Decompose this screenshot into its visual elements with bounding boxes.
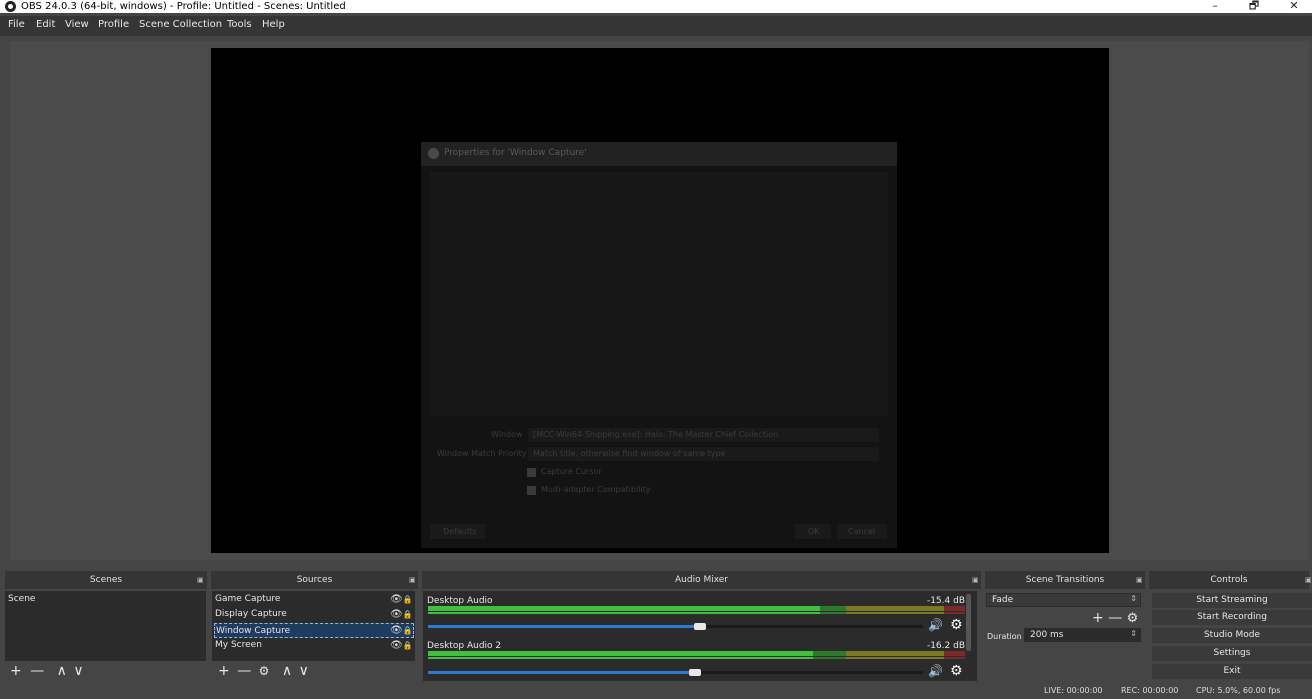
menu-profile[interactable]: Profile <box>98 19 129 30</box>
rec-status: REC: 00:00:00 <box>1121 686 1179 695</box>
scene-transitions-header: Scene Transitions <box>985 571 1145 589</box>
move-up-source-icon[interactable]: ∧ <box>282 663 292 679</box>
capture-cursor-label: Capture Cursor <box>541 467 602 476</box>
menu-scene-collection[interactable]: Scene Collection <box>139 19 222 30</box>
live-status: LIVE: 00:00:00 <box>1044 686 1103 695</box>
source-display-capture[interactable]: Display Capture <box>215 607 413 622</box>
source-my-screen[interactable]: My Screen <box>215 638 413 653</box>
desktop-audio-2-meter <box>428 651 965 656</box>
obs-logo-icon <box>428 148 439 159</box>
cpu-status: CPU: 5.0%, 60.00 fps <box>1196 686 1281 695</box>
desktop-audio-db: -15.4 dB <box>926 596 965 606</box>
settings-button[interactable]: Settings <box>1152 646 1312 661</box>
cancel-button: Cancel <box>848 527 876 536</box>
move-down-source-icon[interactable]: ∨ <box>299 663 309 679</box>
menu-edit[interactable]: Edit <box>36 19 55 30</box>
source-window-capture[interactable]: Window Capture <box>214 623 414 638</box>
captured-dialog-preview <box>430 172 888 416</box>
menu-bar: File Edit View Profile Scene Collection … <box>0 16 1312 36</box>
remove-source-icon[interactable]: — <box>237 663 251 679</box>
menu-help[interactable]: Help <box>262 19 285 30</box>
move-up-scene-icon[interactable]: ∧ <box>57 663 67 679</box>
desktop-audio-label: Desktop Audio <box>427 596 493 606</box>
mixer-float-icon[interactable]: ▣ <box>972 576 979 584</box>
duration-spinbox[interactable]: 200 ms ⇕ <box>1024 628 1141 642</box>
title-bar: OBS 24.0.3 (64-bit, windows) - Profile: … <box>0 0 1312 13</box>
minimize-button[interactable]: – <box>1204 0 1226 13</box>
scene-item[interactable]: Scene <box>8 592 203 607</box>
desktop-audio-2-meter-right <box>428 657 965 662</box>
obs-logo-icon <box>5 1 16 12</box>
add-scene-icon[interactable]: + <box>10 663 22 679</box>
transitions-toolbar: + — ⚙ <box>1092 611 1138 626</box>
multi-adapter-checkbox <box>527 486 536 495</box>
duration-label: Duration <box>987 632 1022 641</box>
start-streaming-button[interactable]: Start Streaming <box>1152 593 1312 608</box>
scenes-toolbar: + — ∧ ∨ <box>10 664 84 678</box>
transition-select[interactable]: Fade ⇕ <box>986 593 1141 607</box>
desktop-audio-slider-fill <box>428 625 700 628</box>
menu-file[interactable]: File <box>8 19 25 30</box>
move-down-scene-icon[interactable]: ∨ <box>73 663 83 679</box>
sources-list[interactable]: Game Capture 👁🔒 Display Capture 👁🔒 Windo… <box>212 591 415 661</box>
exit-button[interactable]: Exit <box>1152 664 1312 679</box>
sources-toolbar: + — ⚙ ∧ ∨ <box>218 664 309 678</box>
transitions-float-icon[interactable]: ▣ <box>1136 576 1143 584</box>
sources-header: Sources <box>211 571 418 589</box>
audio-mixer-panel <box>423 591 977 681</box>
window-title: OBS 24.0.3 (64-bit, windows) - Profile: … <box>21 1 346 12</box>
scenes-float-icon[interactable]: ▣ <box>197 576 204 584</box>
desktop-audio-2-gear-icon[interactable]: ⚙ <box>950 663 963 679</box>
captured-properties-dialog: Properties for 'Window Capture' Window [… <box>421 142 897 548</box>
controls-float-icon[interactable]: ▣ <box>1305 576 1312 584</box>
transition-gear-icon[interactable]: ⚙ <box>1127 611 1139 626</box>
multi-adapter-label: Multi-adapter Compatibility <box>541 485 651 494</box>
controls-header: Controls <box>1149 571 1309 589</box>
studio-mode-button[interactable]: Studio Mode <box>1152 628 1312 643</box>
ok-button: OK <box>808 527 820 536</box>
close-button[interactable]: ✕ <box>1283 0 1305 13</box>
desktop-audio-2-slider-fill <box>428 671 695 674</box>
source-visibility-icon[interactable]: 👁🔒 <box>390 638 413 653</box>
desktop-audio-meter <box>428 606 965 611</box>
window-label: Window <box>491 430 523 439</box>
desktop-audio-2-label: Desktop Audio 2 <box>427 641 502 651</box>
captured-dialog-titlebar: Properties for 'Window Capture' <box>421 142 897 166</box>
priority-select: Match title, otherwise find window of sa… <box>528 447 879 461</box>
menu-view[interactable]: View <box>65 19 89 30</box>
desktop-audio-2-db: -16.2 dB <box>926 641 965 651</box>
window-select: [MCC-Win64-Shipping.exe]: Halo: The Mast… <box>528 428 879 442</box>
mixer-scrollbar[interactable] <box>966 594 971 651</box>
source-visibility-icon[interactable]: 👁🔒 <box>390 592 413 607</box>
scenes-list[interactable]: Scene <box>5 591 206 661</box>
desktop-audio-speaker-icon[interactable]: 🔊 <box>928 618 943 632</box>
remove-scene-icon[interactable]: — <box>30 663 44 679</box>
desktop-audio-volume-slider[interactable] <box>694 623 706 630</box>
source-visibility-icon[interactable]: 👁🔒 <box>390 607 413 622</box>
add-source-icon[interactable]: + <box>218 663 230 679</box>
menu-tools[interactable]: Tools <box>227 19 252 30</box>
add-transition-icon[interactable]: + <box>1092 610 1104 626</box>
source-visibility-icon[interactable]: 👁🔒 <box>390 623 413 638</box>
desktop-audio-gear-icon[interactable]: ⚙ <box>950 617 963 633</box>
start-recording-button[interactable]: Start Recording <box>1152 610 1312 625</box>
desktop-audio-ticks <box>428 614 965 620</box>
captured-dialog-title: Properties for 'Window Capture' <box>444 148 587 158</box>
scenes-header: Scenes <box>5 571 207 589</box>
defaults-button: Defaults <box>443 527 477 536</box>
maximize-button[interactable]: 🗗 <box>1243 0 1265 13</box>
priority-label: Window Match Priority <box>437 449 527 458</box>
source-game-capture[interactable]: Game Capture <box>215 592 413 607</box>
remove-transition-icon[interactable]: — <box>1108 610 1122 626</box>
desktop-audio-2-volume-slider[interactable] <box>689 669 701 676</box>
sources-float-icon[interactable]: ▣ <box>409 576 416 584</box>
audio-mixer-header: Audio Mixer <box>422 571 981 589</box>
capture-cursor-checkbox <box>527 468 536 477</box>
status-bar: LIVE: 00:00:00 REC: 00:00:00 CPU: 5.0%, … <box>0 684 1312 699</box>
desktop-audio-2-speaker-icon[interactable]: 🔊 <box>928 664 943 678</box>
source-properties-gear-icon[interactable]: ⚙ <box>259 664 270 678</box>
